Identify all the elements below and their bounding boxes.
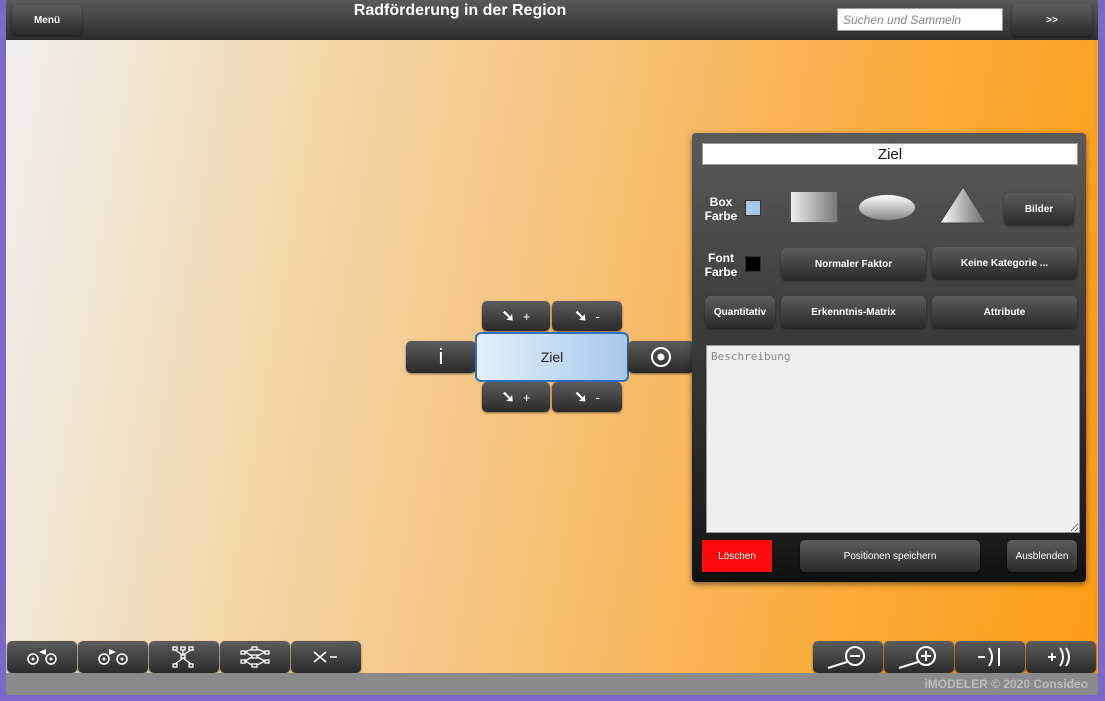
arrow-down-right-icon: ➘ — [501, 389, 515, 406]
images-button[interactable]: Bilder — [1004, 193, 1074, 225]
tree-icon — [172, 646, 194, 668]
decrease-spacing-button[interactable] — [955, 641, 1025, 673]
menu-button[interactable]: Menü — [12, 5, 82, 35]
font-color-swatch[interactable] — [745, 256, 761, 272]
next-node-button[interactable] — [78, 641, 148, 673]
factor-type-button[interactable]: Normaler Faktor — [781, 248, 926, 280]
increase-spacing-button[interactable] — [1026, 641, 1096, 673]
box-color-swatch[interactable] — [745, 200, 761, 216]
network-view-button[interactable] — [220, 641, 290, 673]
remove-effect-button[interactable]: ➘ - — [552, 382, 622, 412]
node-properties-panel: Box Farbe Bilder Font Farbe Normaler Fak… — [692, 133, 1086, 582]
shape-rectangle-icon[interactable] — [790, 191, 838, 223]
remove-cause-label: - — [595, 308, 600, 324]
insight-matrix-button[interactable]: Erkenntnis-Matrix — [781, 296, 926, 328]
increase-spacing-icon — [1048, 647, 1070, 667]
zoom-out-button[interactable] — [813, 641, 883, 673]
node-title-input[interactable] — [702, 143, 1078, 165]
quantitative-button[interactable]: Quantitativ — [705, 296, 775, 328]
focus-node-button[interactable] — [628, 341, 694, 373]
add-cause-label: + — [522, 308, 531, 324]
navigate-forward-icon — [98, 649, 128, 665]
arrow-down-right-icon: ➘ — [574, 389, 588, 406]
box-color-label-line1: Box — [709, 195, 733, 209]
copyright-text: iMODELER © 2020 Consideo — [924, 677, 1088, 691]
add-effect-button[interactable]: ➘ + — [482, 382, 550, 412]
zoom-in-icon — [898, 646, 936, 669]
font-color-label: Font Farbe — [698, 251, 744, 279]
previous-node-button[interactable] — [7, 641, 77, 673]
decrease-spacing-icon — [978, 647, 1000, 667]
remove-cause-button[interactable]: ➘ - — [552, 301, 622, 331]
expand-button[interactable]: >> — [1012, 4, 1092, 36]
node-label: Ziel — [540, 349, 564, 365]
shape-ellipse-icon[interactable] — [858, 194, 916, 221]
box-color-label-line2: Farbe — [704, 209, 738, 223]
arrow-down-right-icon: ➘ — [501, 308, 515, 325]
tree-view-button[interactable] — [149, 641, 219, 673]
network-icon — [240, 646, 270, 668]
collapse-icon — [313, 651, 337, 663]
collapse-network-button[interactable] — [291, 641, 361, 673]
arrow-down-right-icon: ➘ — [574, 308, 588, 325]
remove-effect-label: - — [595, 389, 600, 405]
node-ziel[interactable]: Ziel — [475, 332, 629, 382]
category-button[interactable]: Keine Kategorie ... — [932, 247, 1077, 279]
hide-button[interactable]: Ausblenden — [1007, 540, 1077, 572]
info-button[interactable]: i — [406, 341, 476, 373]
description-textarea[interactable] — [706, 345, 1080, 533]
zoom-in-button[interactable] — [884, 641, 954, 673]
add-effect-label: + — [522, 389, 531, 405]
footer-bar: iMODELER © 2020 Consideo — [6, 673, 1098, 695]
attributes-button[interactable]: Attribute — [932, 296, 1077, 328]
search-input[interactable] — [837, 8, 1003, 31]
target-icon — [651, 347, 671, 367]
box-color-label: Box Farbe — [698, 195, 744, 223]
font-color-label-line1: Font — [708, 251, 734, 265]
zoom-out-icon — [827, 646, 865, 669]
save-positions-button[interactable]: Positionen speichern — [800, 540, 980, 572]
shape-triangle-icon[interactable] — [938, 185, 988, 225]
page-title: Radförderung in der Region — [353, 2, 567, 19]
add-cause-button[interactable]: ➘ + — [482, 301, 550, 331]
font-color-label-line2: Farbe — [704, 265, 738, 279]
navigate-back-icon — [27, 649, 57, 665]
delete-button[interactable]: Löschen — [702, 540, 772, 572]
